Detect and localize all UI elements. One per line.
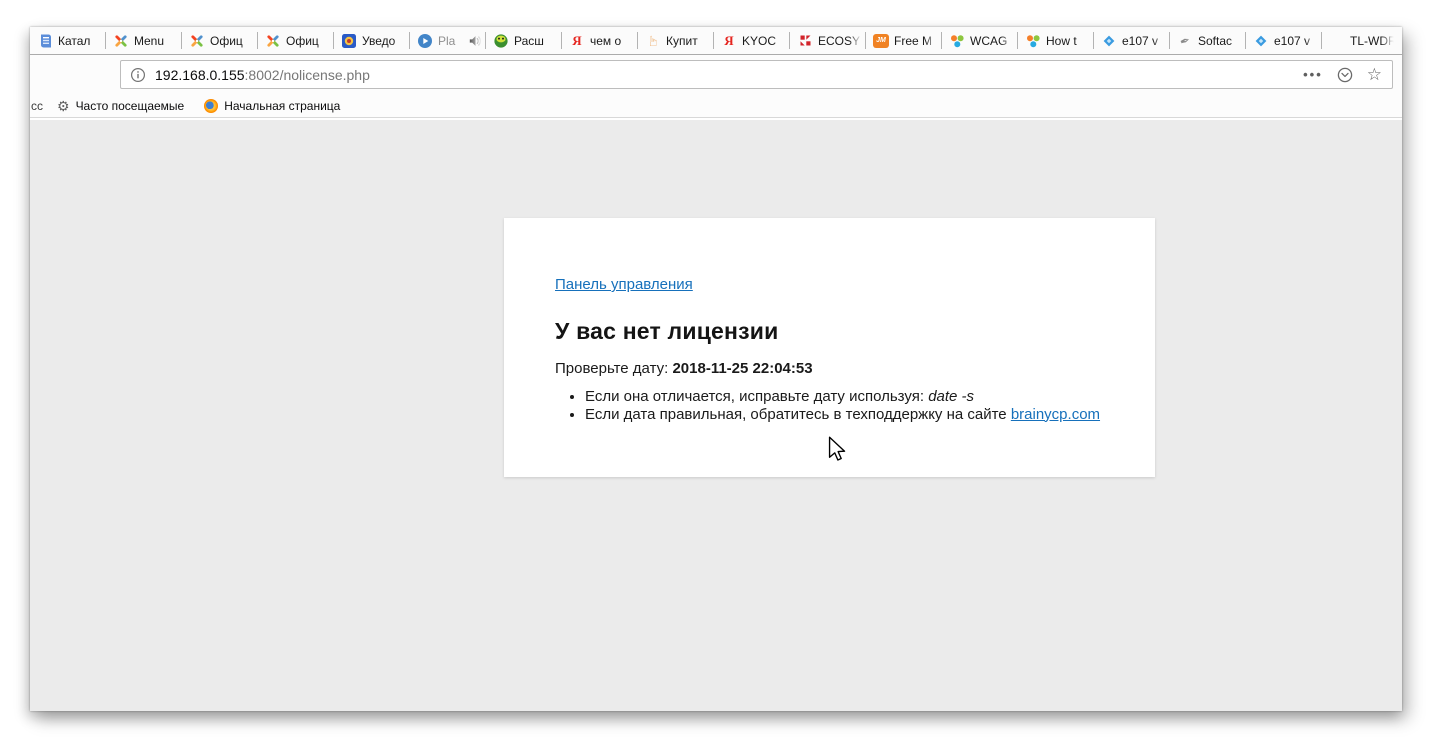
tab-label-fade: [1153, 27, 1169, 54]
tab-18[interactable]: TL-WDR36: [1322, 27, 1398, 54]
date-line: Проверьте дату: 2018-11-25 22:04:53: [555, 360, 1115, 377]
yandex-icon: Я: [569, 33, 585, 49]
bookmark-label: Часто посещаемые: [76, 99, 185, 113]
instruction-item: Если дата правильная, обратитесь в техпо…: [585, 406, 1115, 424]
date-value: 2018-11-25 22:04:53: [672, 360, 812, 377]
tab-label-fade: [697, 27, 713, 54]
tab-5[interactable]: Уведо: [334, 27, 410, 54]
e107-diamond-icon: [1101, 33, 1117, 49]
instruction-text: Если она отличается, исправьте дату испо…: [585, 388, 924, 405]
url-bar[interactable]: 192.168.0.155:8002/nolicense.php ••• ☆: [120, 60, 1393, 89]
page-actions-icon[interactable]: •••: [1303, 67, 1323, 82]
tab-bar: КаталMenuОфицОфицУведоPlaРасшЯчем о☞Купи…: [30, 27, 1402, 55]
tab-label-fade: [849, 27, 865, 54]
joomla-icon: [189, 33, 205, 49]
tab-label-fade: [1229, 27, 1245, 54]
green-ext-icon: [493, 33, 509, 49]
joomla-icon: [265, 33, 281, 49]
url-domain: 192.168.0.155: [155, 67, 245, 83]
tab-label-fade: [89, 27, 105, 54]
tab-11[interactable]: ECOSY: [790, 27, 866, 54]
tab-label-fade: [1077, 27, 1093, 54]
info-icon[interactable]: [130, 67, 146, 83]
tab-8[interactable]: Ячем о: [562, 27, 638, 54]
tab-label-fade: [773, 27, 789, 54]
page-title: У вас нет лицензии: [555, 318, 1115, 345]
none-icon: [1329, 33, 1345, 49]
url-path: :8002/nolicense.php: [245, 67, 370, 83]
tab-label-fade: [165, 27, 181, 54]
tri-circles-icon: [949, 33, 965, 49]
bookmark-label: Начальная страница: [224, 99, 340, 113]
joomla-icon: [113, 33, 129, 49]
tab-15[interactable]: e107 v: [1094, 27, 1170, 54]
gear-icon: ⚙: [57, 99, 70, 113]
tab-14[interactable]: How t: [1018, 27, 1094, 54]
page-content: Панель управления У вас нет лицензии Про…: [30, 120, 1402, 711]
tab-label-fade: [317, 27, 333, 54]
tab-label-fade: [1381, 27, 1397, 54]
tri-circles-icon: [1025, 33, 1041, 49]
bookmark-item-truncated[interactable]: сс: [31, 99, 43, 113]
url-text[interactable]: 192.168.0.155:8002/nolicense.php: [155, 67, 1294, 83]
browser-window: КаталMenuОфицОфицУведоPlaРасшЯчем о☞Купи…: [30, 27, 1402, 711]
date-label: Проверьте дату:: [555, 360, 668, 377]
ecosys-icon: [797, 33, 813, 49]
tab-2[interactable]: Menu: [106, 27, 182, 54]
yandex-icon: Я: [721, 33, 737, 49]
tab-label-fade: [1305, 27, 1321, 54]
tab-label-fade: [545, 27, 561, 54]
tab-label-fade: [469, 27, 485, 54]
tab-label: Pla: [438, 34, 462, 48]
tab-7[interactable]: Расш: [486, 27, 562, 54]
pocket-icon[interactable]: [1337, 67, 1353, 83]
play-icon: [417, 33, 433, 49]
mouse-cursor: [826, 436, 848, 467]
tab-13[interactable]: WCAG: [942, 27, 1018, 54]
instructions-list: Если она отличается, исправьте дату испо…: [555, 388, 1115, 423]
e107-diamond-icon: [1253, 33, 1269, 49]
instruction-text: Если дата правильная, обратитесь в техпо…: [585, 406, 1007, 423]
tab-3[interactable]: Офиц: [182, 27, 258, 54]
tab-16[interactable]: ✒Softac: [1170, 27, 1246, 54]
mvd-badge-icon: [341, 33, 357, 49]
tab-12[interactable]: JMFree M: [866, 27, 942, 54]
hand-cursor-icon: ☞: [645, 33, 661, 49]
instruction-item: Если она отличается, исправьте дату испо…: [585, 388, 1115, 406]
catalog-icon: [37, 33, 53, 49]
tab-label-fade: [925, 27, 941, 54]
command-text: date -s: [928, 388, 974, 405]
urlbar-actions: ••• ☆: [1303, 66, 1382, 83]
bookmark-star-icon[interactable]: ☆: [1367, 66, 1382, 83]
tab-9[interactable]: ☞Купит: [638, 27, 714, 54]
tab-label-fade: [241, 27, 257, 54]
tab-17[interactable]: e107 v: [1246, 27, 1322, 54]
jm-badge-icon: JM: [873, 34, 889, 48]
bookmarks-bar: сс ⚙ Часто посещаемые Начальная страница: [30, 94, 1402, 118]
tab-10[interactable]: ЯKYOC: [714, 27, 790, 54]
tab-label-fade: [1001, 27, 1017, 54]
tab-1[interactable]: Катал: [30, 27, 106, 54]
support-site-link[interactable]: brainycp.com: [1011, 406, 1100, 423]
bookmark-item[interactable]: ⚙ Часто посещаемые: [51, 97, 190, 115]
tab-label-fade: [393, 27, 409, 54]
tab-label-fade: [621, 27, 637, 54]
control-panel-link[interactable]: Панель управления: [555, 276, 693, 293]
feather-icon: ✒: [1175, 30, 1196, 51]
tab-6[interactable]: Pla: [410, 27, 486, 54]
navigation-toolbar: 192.168.0.155:8002/nolicense.php ••• ☆: [30, 55, 1402, 94]
bookmark-item[interactable]: Начальная страница: [198, 97, 346, 115]
tab-4[interactable]: Офиц: [258, 27, 334, 54]
firefox-icon: [204, 99, 218, 113]
